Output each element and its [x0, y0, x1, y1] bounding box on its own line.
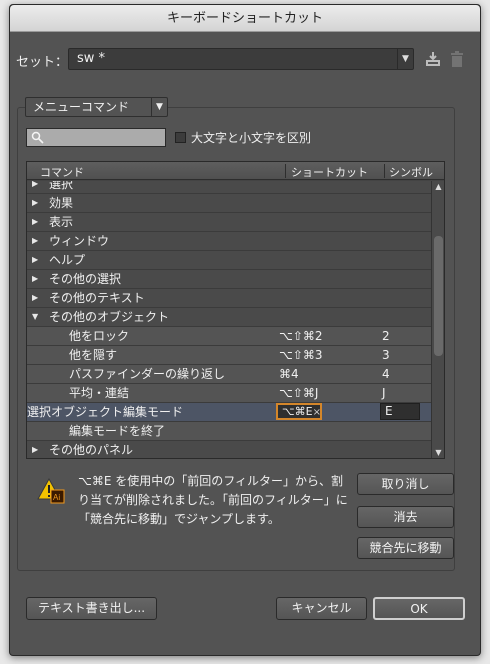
table-row[interactable]: ▶ その他の選択: [27, 270, 431, 289]
clear-shortcut-icon[interactable]: ×: [313, 407, 321, 418]
undo-button[interactable]: 取り消し: [357, 473, 454, 495]
disclosure-closed-icon[interactable]: ▶: [32, 289, 38, 307]
scroll-up-icon[interactable]: ▲: [432, 181, 444, 193]
header-divider: [285, 164, 286, 178]
header-command[interactable]: コマンド: [40, 164, 84, 180]
disclosure-closed-icon[interactable]: ▶: [32, 441, 38, 458]
symbol-value: 2: [382, 329, 390, 343]
set-row: セット： sw * ▼: [16, 48, 463, 70]
shortcut-value: ⌘4: [279, 367, 299, 381]
disclosure-closed-icon[interactable]: ▶: [32, 232, 38, 250]
shortcut-value: ⌥⇧⌘J: [279, 386, 319, 400]
command-name: その他のオブジェクト: [49, 310, 170, 324]
table-rows: ▶ 選択 ▶ 効果 ▶ 表示 ▶ ウィンドウ ▶ ヘルプ ▶ その他の選択 ▶ その他のテキスト ▼ その他の…: [27, 181, 431, 458]
command-name: その他のパネル: [49, 443, 134, 457]
shortcut-value: ⌥⇧⌘2: [279, 329, 323, 343]
command-name: その他のテキスト: [49, 291, 145, 305]
shortcut-value: ⌥⌘E: [282, 405, 313, 418]
case-sensitive-label: 大文字と小文字を区別: [191, 131, 312, 145]
command-name: その他の選択: [49, 272, 122, 286]
export-text-button[interactable]: テキスト書き出し...: [26, 597, 157, 620]
save-set-icon[interactable]: [425, 51, 441, 67]
set-select[interactable]: sw * ▼: [68, 48, 414, 70]
command-name: ヘルプ: [49, 253, 86, 267]
command-name: 選択オブジェクト編集モード: [27, 405, 184, 419]
header-symbol[interactable]: シンボル: [389, 164, 433, 180]
table-row[interactable]: 他を隠す ⌥⇧⌘3 3: [27, 346, 431, 365]
table-row[interactable]: ▶ その他のパネル: [27, 441, 431, 458]
table-row[interactable]: パスファインダーの繰り返し ⌘4 4: [27, 365, 431, 384]
command-name: 表示: [49, 215, 74, 229]
disclosure-open-icon[interactable]: ▼: [32, 308, 38, 326]
svg-text:Ai: Ai: [53, 493, 60, 502]
scroll-down-icon[interactable]: ▼: [432, 447, 444, 458]
disclosure-closed-icon[interactable]: ▶: [32, 251, 38, 269]
cancel-button[interactable]: キャンセル: [276, 597, 367, 620]
ok-button[interactable]: OK: [373, 597, 465, 620]
shortcut-value: ⌥⇧⌘3: [279, 348, 323, 362]
table-row[interactable]: 平均・連結 ⌥⇧⌘J J: [27, 384, 431, 403]
table-row[interactable]: 選択オブジェクト編集モード ⌥⌘E× E: [27, 403, 431, 422]
command-name: 編集モードを終了: [69, 424, 166, 438]
table-row[interactable]: 他をロック ⌥⇧⌘2 2: [27, 327, 431, 346]
search-input[interactable]: [26, 128, 166, 147]
warning-icon: Ai: [37, 478, 65, 504]
table-row[interactable]: ▶ 表示: [27, 213, 431, 232]
command-name: 効果: [49, 196, 74, 210]
command-type-value: メニューコマンド: [33, 100, 130, 114]
command-name: 他をロック: [69, 329, 130, 343]
set-label: セット：: [16, 55, 69, 70]
scrollbar[interactable]: ▲ ▼: [431, 181, 444, 458]
shortcut-table: コマンド ショートカット シンボル ▶ 選択 ▶ 効果 ▶ 表示 ▶ ウィンドウ ▶ ヘルプ ▶ その…: [26, 161, 445, 459]
trash-icon[interactable]: [450, 51, 464, 67]
header-shortcut[interactable]: ショートカット: [291, 164, 368, 180]
symbol-value: J: [382, 386, 386, 400]
table-row[interactable]: ▶ ウィンドウ: [27, 232, 431, 251]
disclosure-closed-icon[interactable]: ▶: [32, 213, 38, 231]
table-row[interactable]: ▶ その他のテキスト: [27, 289, 431, 308]
table-row[interactable]: 編集モードを終了: [27, 422, 431, 441]
disclosure-closed-icon[interactable]: ▶: [32, 181, 38, 193]
symbol-edit-field[interactable]: E: [380, 403, 420, 420]
command-name: 選択: [49, 181, 74, 191]
disclosure-closed-icon[interactable]: ▶: [32, 194, 38, 212]
header-divider: [384, 164, 385, 178]
table-row[interactable]: ▶ 効果: [27, 194, 431, 213]
case-sensitive-checkbox[interactable]: [175, 132, 186, 143]
chevron-down-icon: ▼: [151, 98, 167, 116]
command-name: パスファインダーの繰り返し: [69, 367, 226, 381]
command-name: ウィンドウ: [49, 234, 110, 248]
table-row[interactable]: ▼ その他のオブジェクト: [27, 308, 431, 327]
chevron-down-icon: ▼: [397, 49, 413, 69]
command-type-dropdown[interactable]: メニューコマンド ▼: [25, 97, 168, 117]
conflict-message: ⌥⌘E を使用中の「前回のフィルター」から、割り当てが削除されました。「前回のフ…: [78, 474, 348, 526]
set-select-value: sw *: [77, 51, 106, 66]
shortcut-edit-field[interactable]: ⌥⌘E×: [276, 403, 322, 420]
command-name: 他を隠す: [69, 348, 118, 362]
table-header: コマンド ショートカット シンボル: [27, 162, 444, 180]
clear-button[interactable]: 消去: [357, 506, 454, 528]
table-row[interactable]: ▶ 選択: [27, 181, 431, 194]
symbol-value: 3: [382, 348, 390, 362]
command-name: 平均・連結: [69, 386, 130, 400]
symbol-value: 4: [382, 367, 390, 381]
scrollbar-thumb[interactable]: [434, 236, 443, 356]
table-row[interactable]: ▶ ヘルプ: [27, 251, 431, 270]
disclosure-closed-icon[interactable]: ▶: [32, 270, 38, 288]
goto-conflict-button[interactable]: 競合先に移動: [357, 537, 454, 559]
search-icon: [31, 131, 44, 144]
window-title: キーボードショートカット: [10, 5, 480, 32]
